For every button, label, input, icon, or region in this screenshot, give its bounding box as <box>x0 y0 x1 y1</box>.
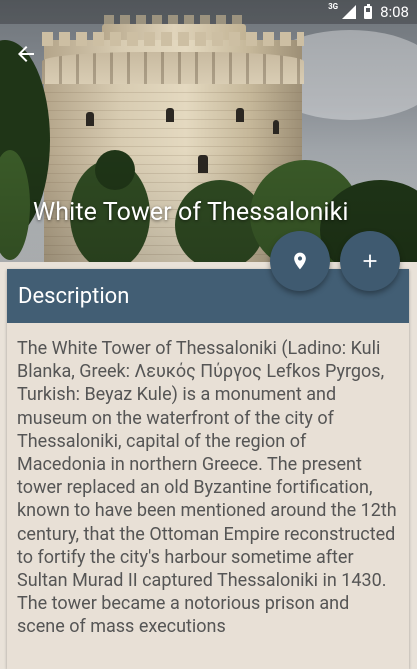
add-button[interactable] <box>340 231 400 291</box>
signal-icon: 3G <box>328 2 357 19</box>
tower-window <box>166 108 174 122</box>
tower-corbels <box>42 52 304 84</box>
arrow-back-icon <box>18 46 34 62</box>
description-text: The White Tower of Thessaloniki (Ladino:… <box>17 338 397 638</box>
tower-battlement <box>42 32 304 46</box>
status-bar: 3G 8:08 <box>0 0 417 24</box>
hero-image: White Tower of Thessaloniki <box>0 0 417 262</box>
status-time: 8:08 <box>380 3 409 21</box>
map-button[interactable] <box>270 231 330 291</box>
tower-window <box>86 112 94 126</box>
network-type: 3G <box>328 2 339 11</box>
description-card: Description The White Tower of Thessalon… <box>7 269 409 669</box>
back-button[interactable] <box>14 42 44 68</box>
plus-icon <box>363 254 377 268</box>
tower-window <box>236 108 244 122</box>
page-title: White Tower of Thessaloniki <box>33 198 349 227</box>
battery-icon <box>364 3 373 19</box>
tower-window <box>273 120 279 134</box>
map-marker-icon <box>294 252 306 270</box>
